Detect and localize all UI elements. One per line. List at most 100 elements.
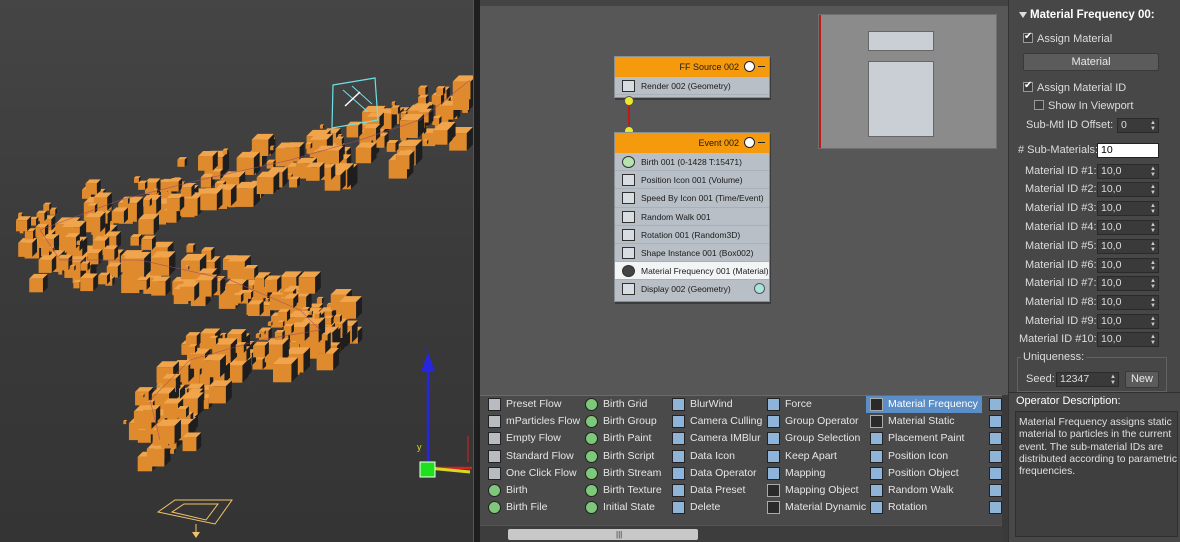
green-operator-icon bbox=[488, 501, 501, 515]
depot-item[interactable]: Data Preset bbox=[668, 482, 763, 499]
depot-item[interactable]: Birth Paint bbox=[581, 430, 668, 447]
depot-item[interactable]: Position Object bbox=[866, 465, 982, 482]
rollout-header[interactable]: Material Frequency 00: bbox=[1015, 6, 1175, 24]
operator-icon bbox=[989, 501, 1002, 515]
checkbox-icon[interactable] bbox=[1023, 31, 1033, 43]
spinner-arrows-icon[interactable]: ▲ ▼ bbox=[1150, 334, 1156, 346]
event-operator-row[interactable]: Position Icon 001 (Volume) bbox=[615, 171, 769, 190]
checkbox-icon[interactable] bbox=[1034, 100, 1044, 110]
depot-item[interactable]: Birth Grid bbox=[581, 396, 668, 413]
depot-item[interactable]: Rotation bbox=[866, 499, 982, 516]
material-id-spinner[interactable]: 10,0 ▲ ▼ bbox=[1097, 220, 1159, 235]
spinner-arrows-icon[interactable]: ▲ ▼ bbox=[1150, 278, 1156, 290]
depot-item[interactable]: Birth File bbox=[484, 499, 581, 516]
depot-item[interactable]: Position Icon bbox=[866, 448, 982, 465]
event-operator-row[interactable]: Display 002 (Geometry) bbox=[615, 280, 769, 298]
spinner-arrows-icon[interactable]: ▲ ▼ bbox=[1150, 184, 1156, 196]
event-operator-row[interactable]: Shape Instance 001 (Box002) bbox=[615, 244, 769, 263]
event-operator-row[interactable]: Birth 001 (0-1428 T:15471) bbox=[615, 153, 769, 172]
depot-item[interactable]: Camera Culling bbox=[668, 413, 763, 430]
material-id-spinner[interactable]: 10,0 ▲ ▼ bbox=[1097, 239, 1159, 254]
source-node-header[interactable]: FF Source 002 bbox=[615, 57, 769, 77]
3d-viewport[interactable]: z y bbox=[0, 0, 473, 542]
particle-view-graph[interactable]: FF Source 002 Render 002 (Geometry) Even… bbox=[480, 0, 1008, 395]
depot-item[interactable]: Data Operator bbox=[668, 465, 763, 482]
source-node[interactable]: FF Source 002 Render 002 (Geometry) bbox=[614, 56, 770, 98]
depot-item[interactable]: Material Static bbox=[866, 413, 982, 430]
depot-item[interactable]: mParticles Flow bbox=[484, 413, 581, 430]
event-operator-row-selected[interactable]: Material Frequency 001 (Material) bbox=[615, 262, 769, 281]
seed-spinner[interactable]: 12347 ▲ ▼ bbox=[1056, 372, 1119, 387]
spinner-arrows-icon[interactable]: ▲ ▼ bbox=[1150, 166, 1156, 178]
event-node-header[interactable]: Event 002 bbox=[615, 133, 769, 153]
num-submaterials-input[interactable]: 10 bbox=[1097, 143, 1159, 158]
event-operator-row[interactable]: Random Walk 001 bbox=[615, 208, 769, 226]
spinner-arrows-icon[interactable]: ▲ ▼ bbox=[1150, 316, 1156, 328]
depot-item[interactable]: Group Operator bbox=[763, 413, 866, 430]
spinner-arrows-icon[interactable]: ▲ ▼ bbox=[1150, 203, 1156, 215]
depot-item[interactable]: Birth Group bbox=[581, 413, 668, 430]
depot-item[interactable]: Standard Flow bbox=[484, 448, 581, 465]
navigator-preview[interactable] bbox=[818, 14, 997, 149]
minimize-icon[interactable] bbox=[758, 66, 765, 67]
source-output-connector[interactable] bbox=[624, 96, 634, 106]
checkbox-icon[interactable] bbox=[1023, 80, 1033, 92]
material-id-spinner[interactable]: 10,0 ▲ ▼ bbox=[1097, 295, 1159, 310]
depot-scrollbar[interactable]: ||| bbox=[480, 525, 1008, 542]
depot-item[interactable]: Camera IMBlur bbox=[668, 430, 763, 447]
minimize-icon[interactable] bbox=[758, 142, 765, 143]
material-id-spinner[interactable]: 10,0 ▲ ▼ bbox=[1097, 332, 1159, 347]
new-seed-button[interactable]: New bbox=[1125, 371, 1159, 388]
depot-item[interactable]: Placement Paint bbox=[866, 430, 982, 447]
show-in-viewport-checkbox[interactable]: Show In Viewport bbox=[1034, 100, 1133, 112]
light-bulb-icon[interactable] bbox=[744, 61, 755, 72]
assign-material-checkbox[interactable]: Assign Material bbox=[1023, 31, 1112, 45]
depot-item[interactable]: Preset Flow bbox=[484, 396, 581, 413]
depot-item[interactable]: Keep Apart bbox=[763, 448, 866, 465]
depot-item[interactable]: Mapping Object bbox=[763, 482, 866, 499]
depot-item[interactable]: Data Icon bbox=[668, 448, 763, 465]
event-operator-row[interactable]: Rotation 001 (Random3D) bbox=[615, 226, 769, 244]
event-output-connector[interactable] bbox=[754, 283, 765, 295]
event-operator-row[interactable]: Speed By Icon 001 (Time/Event) bbox=[615, 189, 769, 208]
depot-item[interactable]: Birth Texture bbox=[581, 482, 668, 499]
assign-material-id-checkbox[interactable]: Assign Material ID bbox=[1023, 80, 1126, 94]
material-id-spinner[interactable]: 10,0 ▲ ▼ bbox=[1097, 276, 1159, 291]
depot-item[interactable]: Birth Stream bbox=[581, 465, 668, 482]
depot-item[interactable]: Random Walk bbox=[866, 482, 982, 499]
depot-item[interactable]: Delete bbox=[668, 499, 763, 516]
spinner-arrows-icon[interactable]: ▲ ▼ bbox=[1150, 222, 1156, 234]
depot-item[interactable]: Birth bbox=[484, 482, 581, 499]
depot-item[interactable]: Empty Flow bbox=[484, 430, 581, 447]
panel-splitter[interactable] bbox=[473, 0, 480, 542]
depot-item[interactable]: Material Frequency bbox=[866, 396, 982, 414]
light-bulb-icon[interactable] bbox=[744, 137, 755, 148]
depot-item[interactable]: Birth Script bbox=[581, 448, 668, 465]
depot-item[interactable]: Group Selection bbox=[763, 430, 866, 447]
material-id-spinner[interactable]: 10,0 ▲ ▼ bbox=[1097, 201, 1159, 216]
depot-item[interactable]: Force bbox=[763, 396, 866, 413]
material-id-spinner[interactable]: 10,0 ▲ ▼ bbox=[1097, 182, 1159, 197]
depot-item-label: Preset Flow bbox=[506, 398, 562, 410]
depot-item[interactable]: One Click Flow bbox=[484, 465, 581, 482]
event-node[interactable]: Event 002 Birth 001 (0-1428 T:15471) Pos… bbox=[614, 132, 770, 302]
material-id-spinner[interactable]: 10,0 ▲ ▼ bbox=[1097, 314, 1159, 329]
material-button[interactable]: Material bbox=[1023, 53, 1159, 71]
submtl-offset-spinner[interactable]: 0 ▲ ▼ bbox=[1117, 118, 1159, 133]
depot-item[interactable]: Initial State bbox=[581, 499, 668, 516]
depot-item-label: Empty Flow bbox=[506, 432, 561, 445]
operator-depot[interactable]: Preset Flow mParticles Flow Empty Flow Stan… bbox=[480, 395, 1008, 525]
material-id-spinner[interactable]: 10,0 ▲ ▼ bbox=[1097, 258, 1159, 273]
scrollbar-thumb[interactable]: ||| bbox=[508, 529, 698, 540]
spinner-arrows-icon[interactable]: ▲ ▼ bbox=[1150, 120, 1156, 132]
spinner-arrows-icon[interactable]: ▲ ▼ bbox=[1110, 374, 1116, 386]
spinner-arrows-icon[interactable]: ▲ ▼ bbox=[1150, 297, 1156, 309]
spinner-arrows-icon[interactable]: ▲ ▼ bbox=[1150, 241, 1156, 253]
collapse-triangle-icon[interactable] bbox=[1019, 12, 1027, 18]
depot-item[interactable]: Mapping bbox=[763, 465, 866, 482]
source-operator-row[interactable]: Render 002 (Geometry) bbox=[615, 77, 769, 96]
spinner-arrows-icon[interactable]: ▲ ▼ bbox=[1150, 260, 1156, 272]
depot-item[interactable]: BlurWind bbox=[668, 396, 763, 413]
depot-item[interactable]: Material Dynamic bbox=[763, 499, 866, 516]
material-id-spinner[interactable]: 10,0 ▲ ▼ bbox=[1097, 164, 1159, 179]
